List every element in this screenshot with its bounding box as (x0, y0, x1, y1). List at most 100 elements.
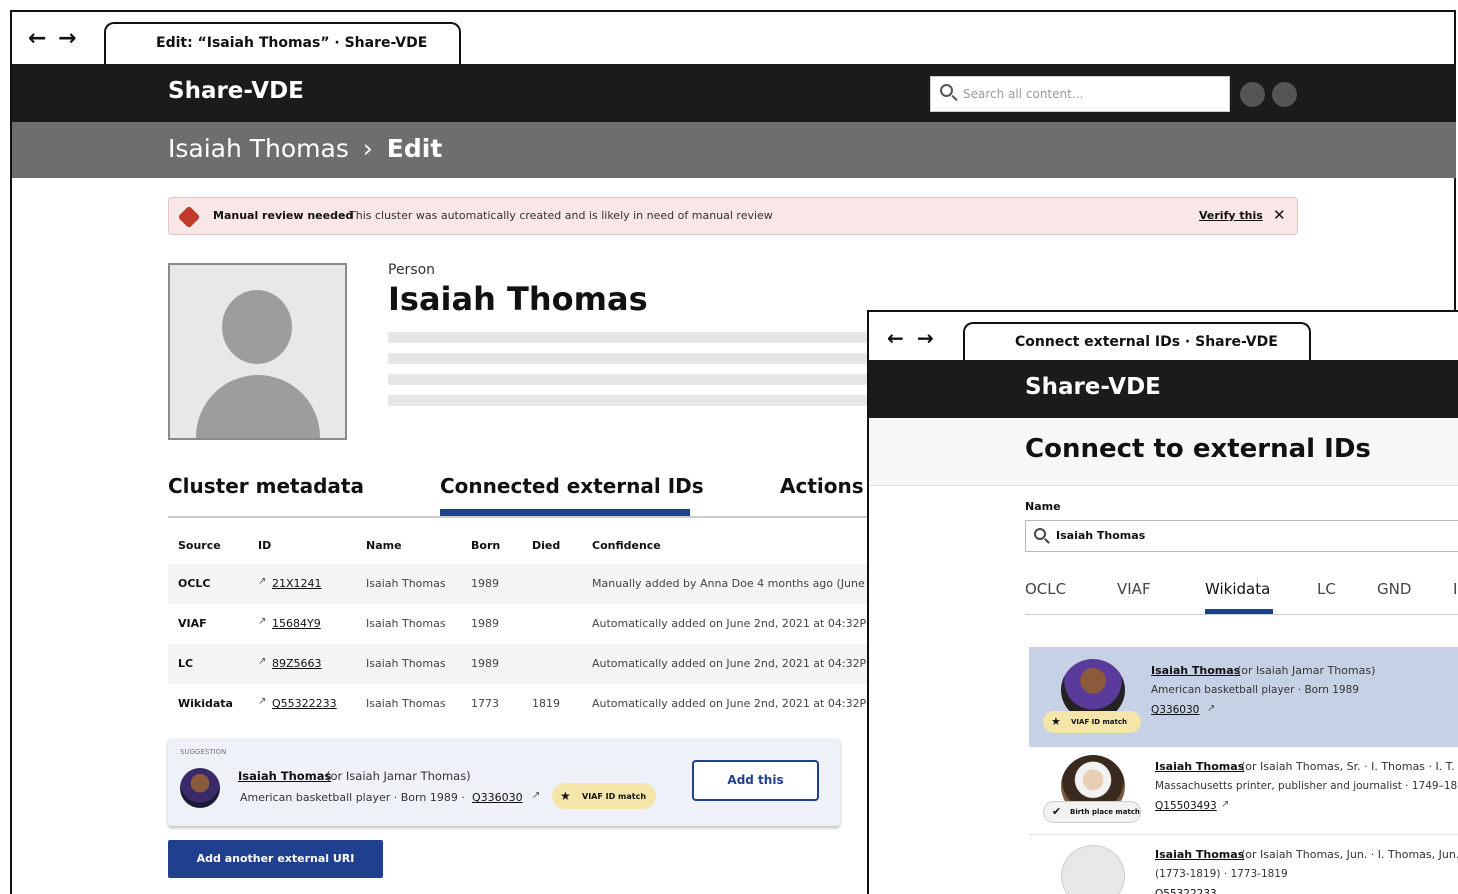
row-confidence: Automatically added on June 2nd, 2021 at… (592, 657, 867, 670)
page-title: Connect to external IDs (1025, 434, 1371, 464)
tab-viaf[interactable]: VIAF (1117, 580, 1151, 598)
alert-separator: · (341, 209, 345, 222)
suggestion-name[interactable]: Isaiah Thomas (238, 769, 331, 783)
forward-arrow-icon[interactable]: → (917, 326, 934, 350)
breadcrumb-separator: › (362, 134, 373, 163)
row-id-link[interactable]: Q55322233 (272, 697, 337, 710)
verify-link[interactable]: Verify this (1199, 209, 1263, 222)
check-icon: ✔ (1052, 805, 1062, 818)
row-died: 1819 (532, 697, 560, 710)
search-icon-handle (1044, 538, 1050, 544)
row-source: Wikidata (178, 697, 233, 710)
result-item[interactable]: Isaiah Thomas (or Isaiah Thomas, Jun. · … (1029, 835, 1458, 894)
search-input[interactable]: Search all content... (930, 76, 1230, 112)
browser-tab-title: Connect external IDs · Share-VDE (1015, 334, 1278, 350)
star-icon: ★ (560, 789, 571, 803)
browser-tab-title: Edit: “Isaiah Thomas” · Share-VDE (156, 35, 428, 51)
back-arrow-icon[interactable]: ← (28, 26, 46, 51)
row-name: Isaiah Thomas (366, 577, 446, 590)
row-id-link[interactable]: 21X1241 (272, 577, 322, 590)
breadcrumb: Isaiah Thomas › Edit (12, 122, 1456, 178)
result-alt-names: (or Isaiah Thomas, Jun. · I. Thomas, Jun… (1241, 848, 1458, 861)
brand-logo[interactable]: Share-VDE (168, 78, 304, 104)
result-alt-names: (or Isaiah Thomas, Sr. · I. Thomas · I. … (1241, 760, 1458, 773)
add-another-uri-button[interactable]: Add another external URI (168, 840, 383, 878)
header-id: ID (258, 539, 272, 552)
row-born: 1773 (471, 697, 499, 710)
result-description: American basketball player · Born 1989 (1151, 684, 1359, 696)
table-row: Wikidata ↗ Q55322233 Isaiah Thomas 1773 … (168, 684, 872, 724)
brand-logo[interactable]: Share-VDE (1025, 374, 1161, 400)
close-icon[interactable]: ✕ (1273, 206, 1286, 224)
add-this-label: Add this (727, 773, 784, 787)
alert-title: Manual review needed (213, 209, 354, 222)
row-confidence: Automatically added on June 2nd, 2021 at… (592, 617, 867, 630)
add-another-uri-label: Add another external URI (196, 852, 355, 865)
notifications-icon[interactable] (1272, 82, 1297, 107)
birth-place-match-badge: ✔ Birth place match (1043, 801, 1141, 823)
connect-ids-window: ← → Connect external IDs · Share-VDE Sha… (867, 310, 1458, 894)
viaf-match-badge: ★ VIAF ID match (1043, 711, 1141, 733)
row-name: Isaiah Thomas (366, 657, 446, 670)
page-title: Isaiah Thomas (388, 280, 648, 318)
suggestion-card: SUGGESTION Isaiah Thomas (or Isaiah Jama… (168, 738, 840, 826)
badge-label: VIAF ID match (1071, 718, 1128, 726)
row-id-link[interactable]: 89Z5663 (272, 657, 322, 670)
browser-tab[interactable]: Connect external IDs · Share-VDE (963, 322, 1311, 362)
tab-oclc[interactable]: OCLC (1025, 580, 1066, 598)
row-confidence: Automatically added on June 2nd, 2021 at… (592, 697, 867, 710)
warning-icon (177, 205, 201, 229)
name-search-value: Isaiah Thomas (1056, 529, 1146, 542)
manual-review-alert: Manual review needed · This cluster was … (168, 197, 1298, 235)
tab-connected-external-ids[interactable]: Connected external IDs (440, 474, 704, 498)
viaf-match-badge: ★ VIAF ID match (552, 783, 656, 809)
result-name[interactable]: Isaiah Thomas (1151, 664, 1240, 677)
tab-gnd[interactable]: GND (1377, 580, 1411, 598)
user-avatar-icon[interactable] (1240, 82, 1265, 107)
result-alt-names: (or Isaiah Jamar Thomas) (1237, 664, 1376, 677)
header-died: Died (532, 539, 561, 552)
row-id-link[interactable]: 15684Y9 (272, 617, 321, 630)
header-born: Born (471, 539, 501, 552)
result-id-link[interactable]: Q55322233 (1155, 888, 1217, 894)
row-born: 1989 (471, 577, 499, 590)
suggestion-avatar (180, 768, 220, 808)
result-item[interactable]: ★ VIAF ID match Isaiah Thomas (or Isaiah… (1029, 647, 1458, 747)
entity-type: Person (388, 262, 436, 278)
tab-wikidata[interactable]: Wikidata (1205, 580, 1270, 598)
result-id-link[interactable]: Q15503493 (1155, 800, 1217, 812)
suggestion-id-link[interactable]: Q336030 (472, 791, 523, 804)
forward-arrow-icon[interactable]: → (58, 26, 76, 51)
name-search-input[interactable]: Isaiah Thomas (1025, 520, 1458, 552)
external-link-icon: ↗ (532, 790, 541, 801)
tab-actions[interactable]: Actions (780, 474, 864, 498)
search-placeholder: Search all content... (963, 87, 1084, 101)
result-name[interactable]: Isaiah Thomas (1155, 848, 1244, 861)
external-link-icon: ↗ (1221, 799, 1230, 810)
result-description: Massachusetts printer, publisher and jou… (1155, 780, 1458, 792)
row-name: Isaiah Thomas (366, 697, 446, 710)
breadcrumb-parent[interactable]: Isaiah Thomas (168, 134, 349, 163)
result-id-link[interactable]: Q336030 (1151, 704, 1199, 716)
suggestion-alt-names: (or Isaiah Jamar Thomas) (326, 769, 471, 783)
browser-tab[interactable]: Edit: “Isaiah Thomas” · Share-VDE (104, 22, 461, 66)
result-photo (1061, 845, 1125, 894)
app-header: Share-VDE (869, 360, 1458, 418)
table-row: LC ↗ 89Z5663 Isaiah Thomas 1989 Automati… (168, 644, 872, 684)
external-link-icon: ↗ (258, 696, 267, 707)
result-item[interactable]: ✔ Birth place match Isaiah Thomas (or Is… (1029, 747, 1458, 835)
row-confidence: Manually added by Anna Doe 4 months ago … (592, 577, 872, 590)
tab-more[interactable]: I (1453, 580, 1457, 598)
tab-lc[interactable]: LC (1317, 580, 1336, 598)
name-label: Name (1025, 500, 1061, 513)
tab-cluster-metadata[interactable]: Cluster metadata (168, 474, 364, 498)
result-name[interactable]: Isaiah Thomas (1155, 760, 1244, 773)
back-arrow-icon[interactable]: ← (887, 326, 904, 350)
table-header: Source ID Name Born Died Confidence (168, 526, 872, 564)
tab-active-indicator (440, 509, 690, 516)
suggestion-description: American basketball player · Born 1989 · (240, 791, 465, 804)
tabs-divider (168, 516, 872, 518)
external-link-icon: ↗ (258, 656, 267, 667)
result-description: (1773-1819) · 1773-1819 (1155, 868, 1288, 880)
add-this-button[interactable]: Add this (692, 760, 819, 801)
